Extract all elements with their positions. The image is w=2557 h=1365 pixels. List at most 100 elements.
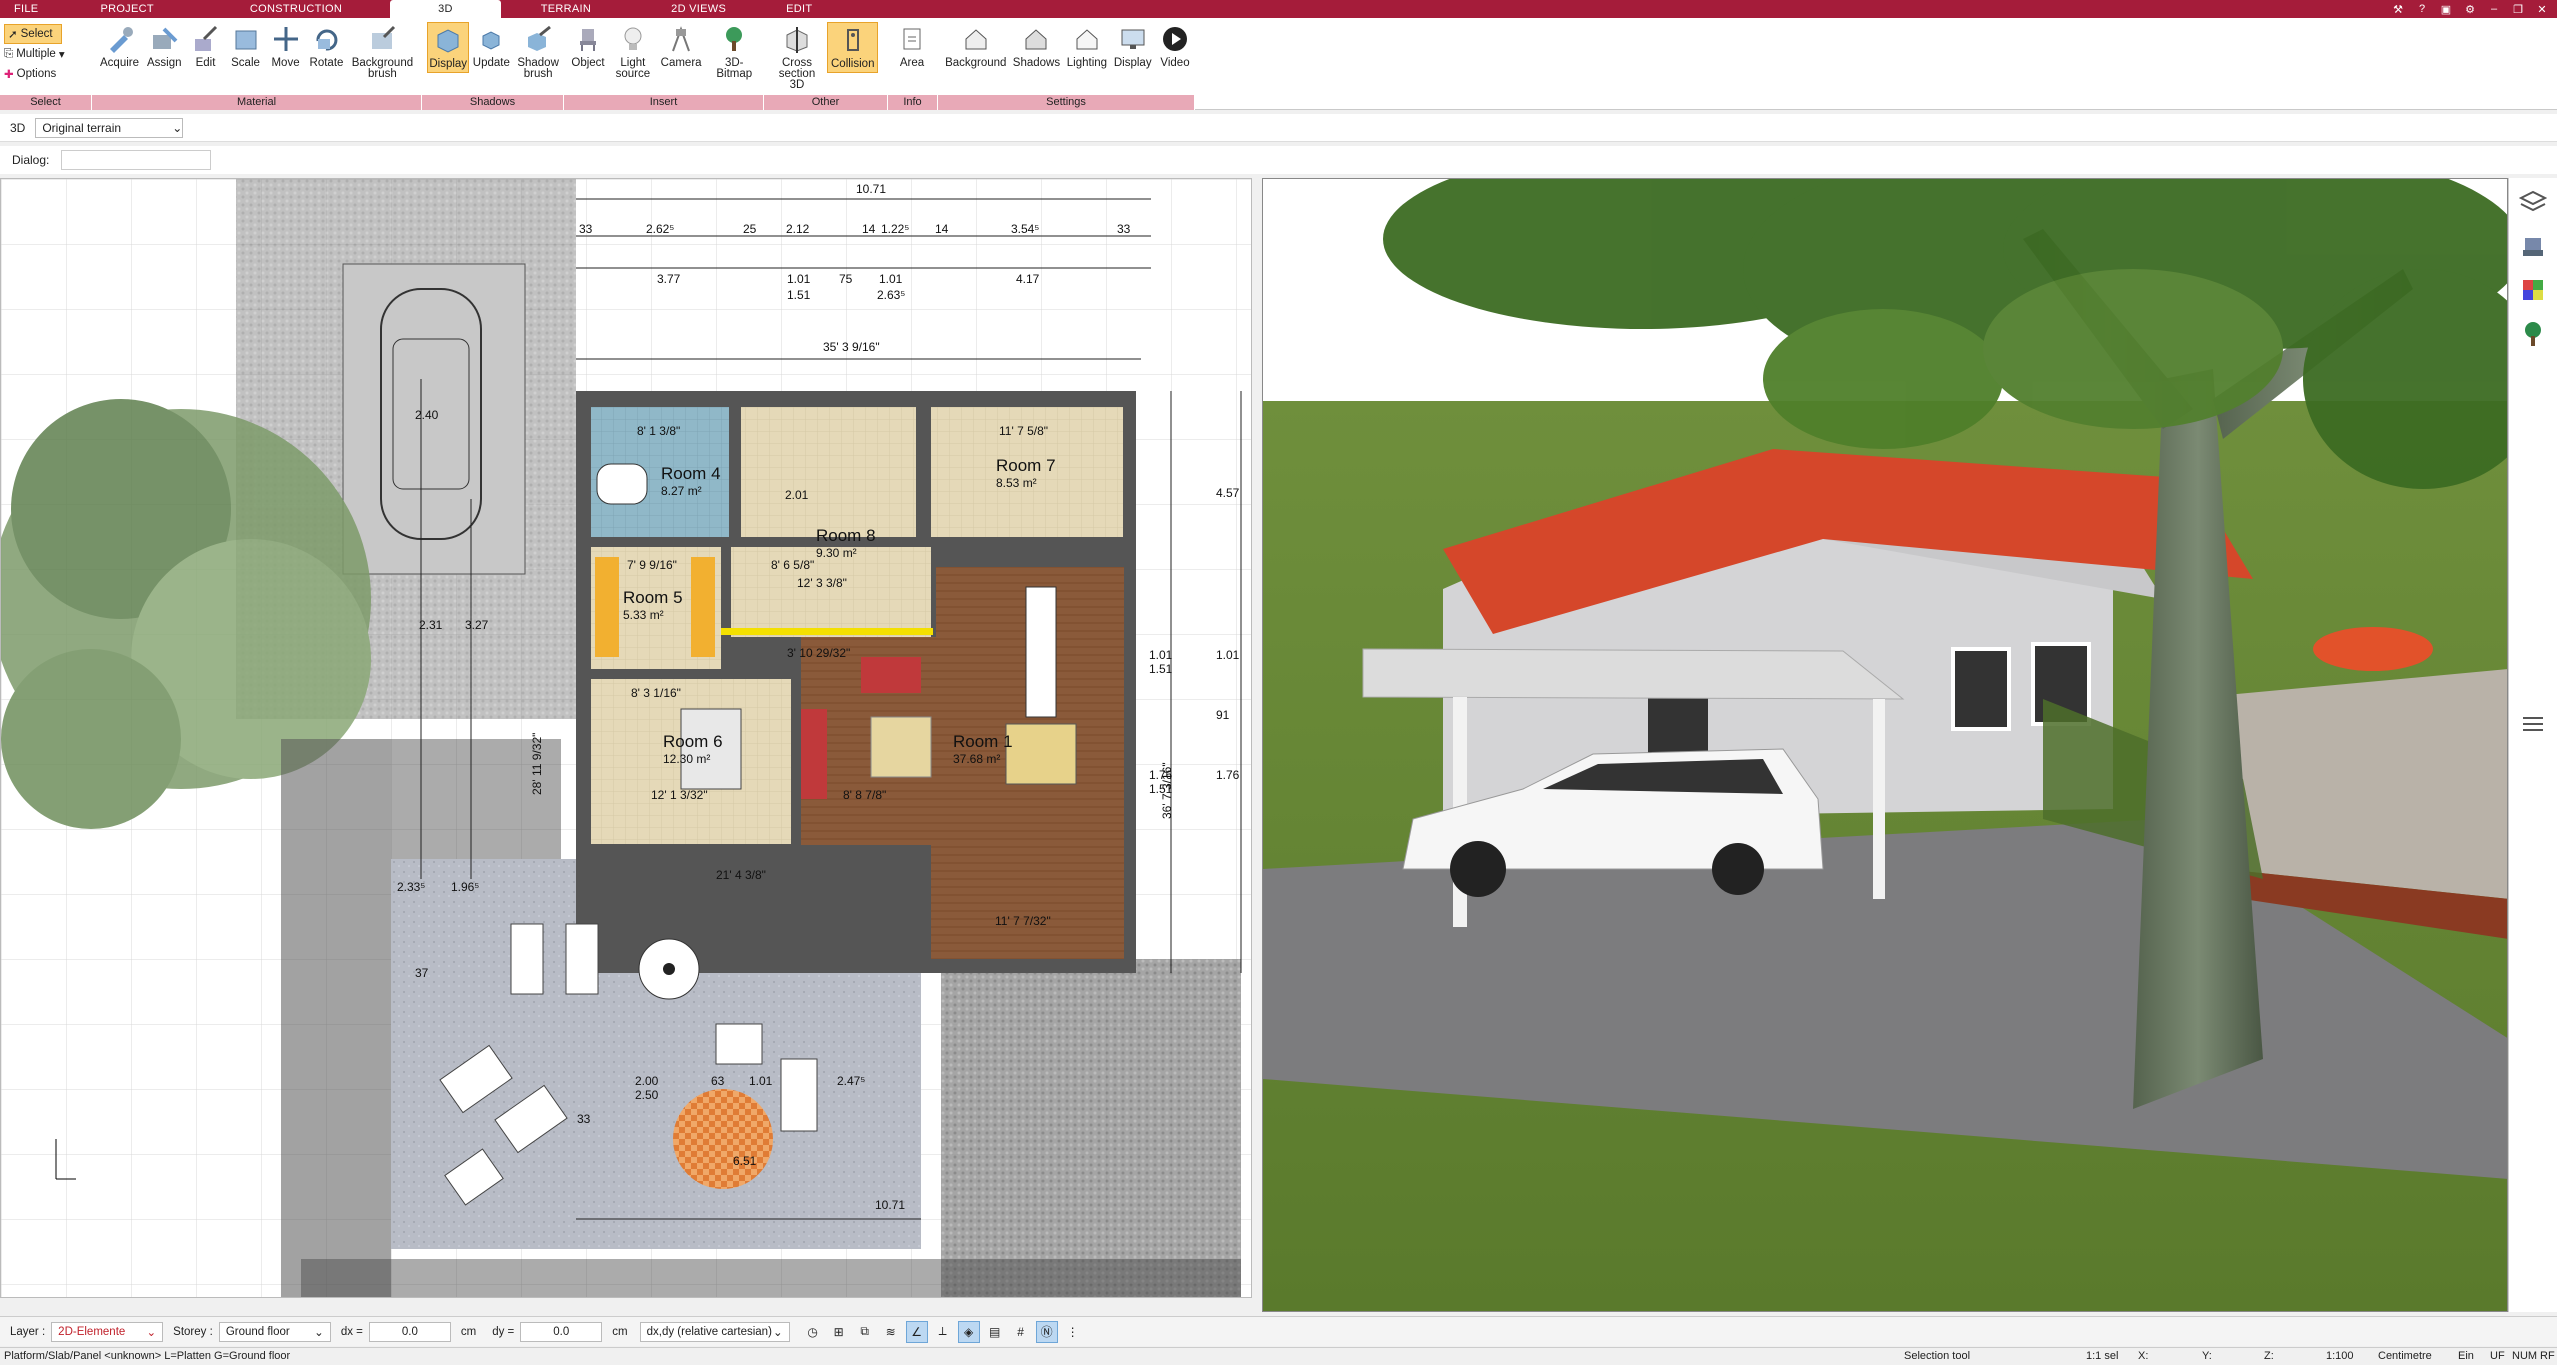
tab-terrain[interactable]: TERRAIN xyxy=(501,0,631,18)
update-shadows-label: Update xyxy=(472,57,510,69)
restore-icon[interactable]: ❐ xyxy=(2509,3,2527,16)
parasol-red[interactable] xyxy=(673,1089,773,1189)
background-button[interactable]: Background xyxy=(943,22,1009,71)
tab-file[interactable]: FILE xyxy=(0,0,52,18)
clock-icon[interactable]: ◷ xyxy=(802,1321,824,1343)
storey-select[interactable]: Ground floor ⌄ xyxy=(218,1321,331,1342)
room-8-floor[interactable] xyxy=(741,407,916,537)
dialog-field[interactable] xyxy=(61,150,212,170)
tab-3d[interactable]: 3D xyxy=(390,0,501,18)
light-source-button[interactable]: Light source xyxy=(609,22,657,82)
dim-left-19: 1.96⁵ xyxy=(451,880,479,894)
magnet-icon[interactable]: ◈ xyxy=(957,1320,980,1343)
shadow-brush-button[interactable]: Shadow brush xyxy=(513,22,563,82)
display-settings-button[interactable]: Display xyxy=(1111,22,1154,71)
object-button[interactable]: Object xyxy=(569,22,607,71)
layers-icon[interactable] xyxy=(2513,182,2553,222)
assign-label: Assign xyxy=(147,57,182,69)
plants-icon[interactable] xyxy=(2513,314,2553,354)
tab-edit[interactable]: EDIT xyxy=(766,0,832,18)
scale-button[interactable]: Scale xyxy=(227,22,265,71)
ortho-icon[interactable]: ⟂ xyxy=(932,1321,954,1343)
wardrobe-left[interactable] xyxy=(595,557,619,657)
3d-scene[interactable] xyxy=(1263,179,2508,1312)
kitchen-island[interactable] xyxy=(1025,586,1057,718)
lounger-2[interactable] xyxy=(565,923,599,995)
room-1-lower[interactable] xyxy=(931,842,1124,959)
select-label: Select xyxy=(20,28,53,40)
acquire-button[interactable]: Acquire xyxy=(97,22,142,71)
angle-icon[interactable]: ∠ xyxy=(905,1320,928,1343)
garden-chair-2[interactable] xyxy=(780,1058,818,1132)
panel-menu-icon[interactable] xyxy=(2513,704,2553,744)
floor-plan-view[interactable]: 10.71 33 2.62⁵ 25 2.12 14 1.22⁵ 14 3.54⁵… xyxy=(0,178,1252,1298)
dim-top-14: 4.17 xyxy=(1016,272,1040,286)
selected-wall-highlight[interactable] xyxy=(721,628,933,635)
sofa[interactable] xyxy=(801,709,827,799)
copy-icon[interactable]: ⧉ xyxy=(854,1321,876,1343)
settings-icon[interactable]: ⚙ xyxy=(2461,3,2479,16)
dx-input[interactable]: 0.0 xyxy=(368,1321,451,1342)
group-caption-other: Other xyxy=(764,95,888,110)
help-icon[interactable]: ? xyxy=(2413,3,2431,15)
garden-chair[interactable] xyxy=(715,1023,763,1065)
plus-icon: ✚ xyxy=(4,69,14,81)
shadows-settings-button[interactable]: Shadows xyxy=(1011,22,1063,71)
dy-input[interactable]: 0.0 xyxy=(520,1321,603,1342)
close-icon[interactable]: ✕ xyxy=(2533,3,2551,16)
assign-button[interactable]: Assign xyxy=(144,22,185,71)
hallway-floor[interactable] xyxy=(731,547,931,637)
materials-icon[interactable] xyxy=(2513,270,2553,310)
tools-icon[interactable]: ⚒ xyxy=(2389,3,2407,16)
area-label: Area xyxy=(899,57,925,69)
house-light-icon xyxy=(1072,24,1102,54)
dim-top-3: 25 xyxy=(743,222,757,236)
shadow-brush-icon xyxy=(523,24,553,54)
dialog-bar: Dialog: xyxy=(0,146,2557,174)
grid-icon[interactable]: # xyxy=(1010,1321,1032,1343)
menu-bar: FILE PROJECT CONSTRUCTION 3D TERRAIN 2D … xyxy=(0,0,2557,18)
tab-2d-views[interactable]: 2D VIEWS xyxy=(631,0,766,18)
select-button[interactable]: ➚ Select xyxy=(4,24,62,44)
3d-bitmap-button[interactable]: 3D-Bitmap xyxy=(706,22,764,82)
bathtub[interactable] xyxy=(596,463,648,505)
coord-mode-select[interactable]: dx,dy (relative cartesian) ⌄ xyxy=(639,1321,790,1342)
tab-project[interactable]: PROJECT xyxy=(52,0,201,18)
minimize-icon[interactable]: – xyxy=(2485,3,2503,15)
tab-construction[interactable]: CONSTRUCTION xyxy=(202,0,390,18)
move-button[interactable]: Move xyxy=(267,22,305,71)
room-8-area: 9.30 m² xyxy=(816,546,857,560)
lighting-button[interactable]: Lighting xyxy=(1064,22,1109,71)
cross-section-button[interactable]: Cross section 3D xyxy=(769,22,825,93)
layers-toggle-icon[interactable]: ≋ xyxy=(880,1321,902,1343)
camera-button[interactable]: Camera xyxy=(659,22,704,71)
more-icon[interactable]: ⋮ xyxy=(1062,1321,1084,1343)
collision-button[interactable]: Collision xyxy=(827,22,879,73)
3d-view[interactable] xyxy=(1262,178,2508,1312)
n-icon[interactable]: Ⓝ xyxy=(1035,1320,1058,1343)
layer-select[interactable]: 2D-Elemente ⌄ xyxy=(51,1321,164,1342)
multiple-button[interactable]: ⎘ Multiple ▾ xyxy=(4,44,84,64)
coffee-table[interactable] xyxy=(870,716,932,778)
info-icon[interactable]: ▣ xyxy=(2437,3,2455,16)
armchair[interactable] xyxy=(861,657,921,693)
edit-button[interactable]: Edit xyxy=(187,22,225,71)
snap-icon[interactable]: ⊞ xyxy=(828,1321,850,1343)
pipette-icon xyxy=(105,24,135,54)
area-button[interactable]: Area xyxy=(893,22,931,71)
terrain-select[interactable]: Original terrain ⌄ xyxy=(35,117,184,138)
video-button[interactable]: Video xyxy=(1156,22,1194,71)
update-shadows-button[interactable]: Update xyxy=(471,22,511,71)
wardrobe-right[interactable] xyxy=(691,557,715,657)
dining-table[interactable] xyxy=(1005,723,1077,785)
options-button[interactable]: ✚ Options xyxy=(4,64,84,84)
group-settings: Background Shadows Lighting Display Vide… xyxy=(938,18,1195,110)
background-brush-button[interactable]: Background brush xyxy=(348,22,416,82)
furniture-icon[interactable] xyxy=(2513,226,2553,266)
display-shadows-button[interactable]: Display xyxy=(427,22,470,73)
image-icon[interactable]: ▤ xyxy=(984,1321,1006,1343)
lounger-1[interactable] xyxy=(510,923,544,995)
rotate-button[interactable]: Rotate xyxy=(307,22,347,71)
dim-right-12: 1.01 xyxy=(1149,648,1173,662)
floor-plan-canvas[interactable]: 10.71 33 2.62⁵ 25 2.12 14 1.22⁵ 14 3.54⁵… xyxy=(1,179,1252,1298)
